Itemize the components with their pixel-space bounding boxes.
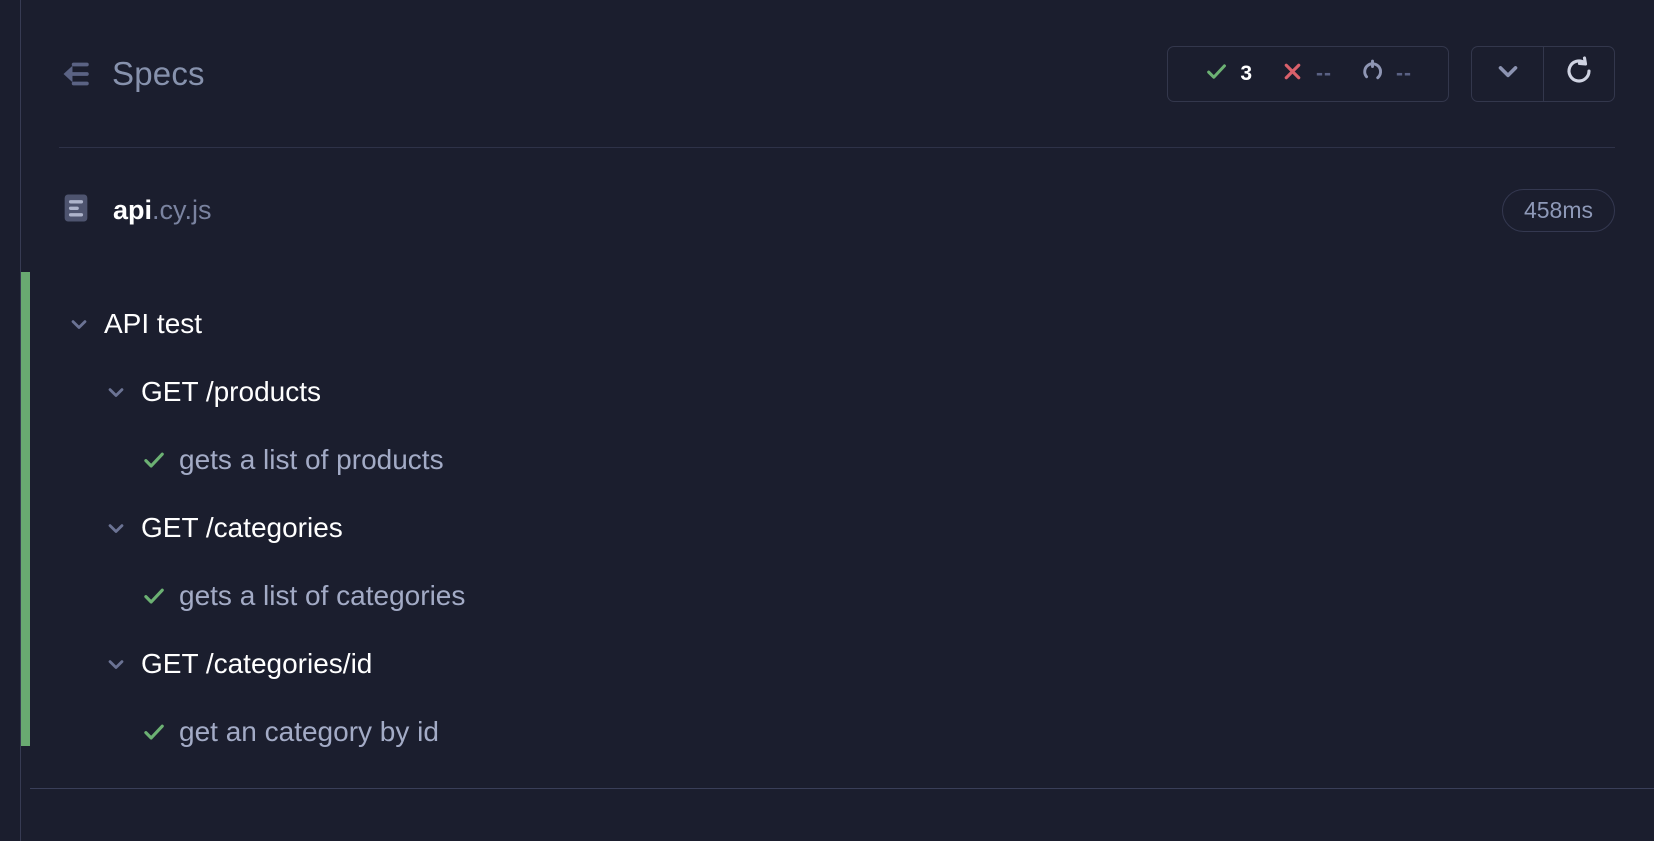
test-row[interactable]: gets a list of products — [30, 426, 1654, 494]
spec-file-name: api.cy.js — [113, 194, 212, 225]
spec-file-identity: api.cy.js — [59, 191, 212, 230]
reporter-footer-space — [21, 789, 1654, 835]
suite-label: GET /products — [141, 376, 322, 407]
back-arrow-lines-icon[interactable] — [59, 57, 93, 91]
suite-row[interactable]: GET /categories — [30, 494, 1654, 562]
suite-row[interactable]: API test — [30, 290, 1654, 358]
page-title: Specs — [112, 55, 205, 92]
header-left-group: Specs — [59, 57, 205, 91]
chevron-down-icon[interactable] — [103, 515, 129, 541]
test-label: get an category by id — [179, 716, 439, 747]
check-icon — [141, 583, 167, 609]
test-tree-wrapper: API test GET /products gets a list of pr… — [21, 272, 1654, 789]
refresh-icon — [1564, 56, 1594, 91]
suite-row[interactable]: GET /categories/id — [30, 630, 1654, 698]
stat-pending-value: -- — [1396, 62, 1412, 85]
spec-status-bar — [21, 272, 30, 746]
file-document-icon — [59, 191, 93, 230]
collapse-all-button[interactable] — [1472, 47, 1543, 101]
stat-failed-value: -- — [1316, 62, 1332, 85]
test-label: gets a list of categories — [179, 580, 466, 611]
chevron-down-icon — [1493, 56, 1523, 91]
spec-file-extension: .cy.js — [152, 194, 212, 225]
loop-icon — [1360, 59, 1385, 89]
cypress-reporter-panel: Specs 3 -- -- api.cy.js 458ms API test G… — [0, 0, 1654, 841]
spec-file-basename: api — [113, 194, 153, 225]
check-icon — [141, 719, 167, 745]
test-tree: API test GET /products gets a list of pr… — [30, 272, 1654, 789]
suite-label: API test — [104, 308, 203, 339]
spec-duration-badge: 458ms — [1501, 188, 1615, 232]
stat-pending: -- — [1346, 59, 1426, 89]
test-row[interactable]: gets a list of categories — [30, 562, 1654, 630]
test-stats-group: 3 -- -- — [1167, 45, 1449, 102]
chevron-down-icon[interactable] — [103, 651, 129, 677]
cross-icon — [1280, 59, 1305, 89]
reporter-header: Specs 3 -- -- — [21, 0, 1654, 147]
check-icon — [1204, 59, 1229, 89]
rerun-button[interactable] — [1543, 46, 1614, 101]
stat-passed-value: 3 — [1240, 62, 1252, 85]
test-label: gets a list of products — [179, 444, 444, 475]
suite-label: GET /categories/id — [141, 648, 373, 679]
stat-passed: 3 — [1190, 59, 1266, 89]
test-row[interactable]: get an category by id — [30, 698, 1654, 766]
stat-failed: -- — [1266, 59, 1346, 89]
spec-file-row[interactable]: api.cy.js 458ms — [21, 148, 1654, 272]
header-button-group — [1471, 45, 1615, 102]
suite-row[interactable]: GET /products — [30, 358, 1654, 426]
header-right-group: 3 -- -- — [1167, 45, 1615, 102]
suite-label: GET /categories — [141, 512, 343, 543]
check-icon — [141, 447, 167, 473]
chevron-down-icon[interactable] — [66, 311, 92, 337]
reporter-body: Specs 3 -- -- api.cy.js 458ms API test G… — [21, 0, 1654, 841]
chevron-down-icon[interactable] — [103, 379, 129, 405]
